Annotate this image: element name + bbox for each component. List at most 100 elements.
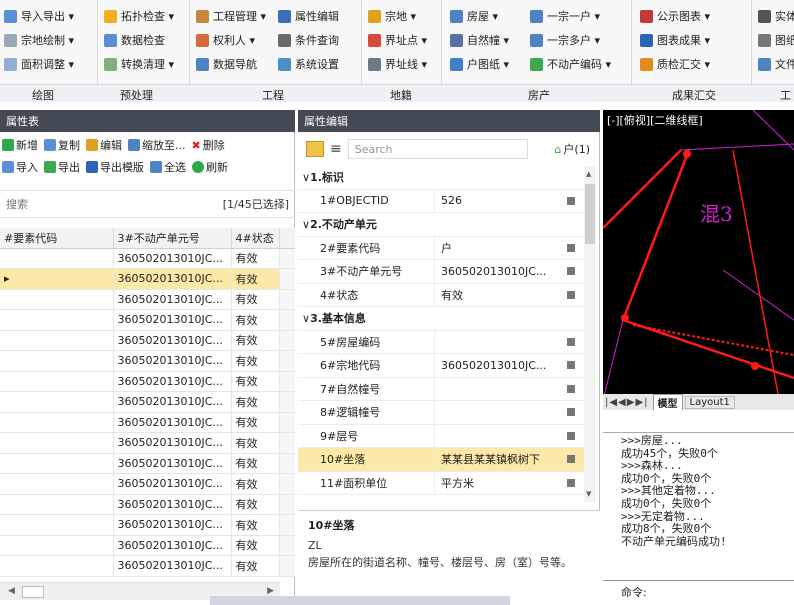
scroll-down-icon[interactable]: ▼: [586, 490, 591, 498]
cell-status[interactable]: 有效: [231, 555, 280, 577]
prop-row[interactable]: 2#要素代码 户: [298, 236, 584, 260]
tab-nav-arrows[interactable]: |◀◀▶▶|: [605, 397, 649, 408]
cell-unit-number[interactable]: 360502013010JC...: [113, 494, 232, 515]
table-row[interactable]: 360502013010JC... 有效: [0, 289, 295, 310]
grid-scroll-track[interactable]: [279, 453, 295, 474]
layer-indicator[interactable]: ⌂ 户(1): [554, 141, 590, 157]
prop-edit-button[interactable]: [558, 243, 584, 252]
grid-scroll-track[interactable]: [279, 248, 295, 269]
cell-status[interactable]: 有效: [231, 514, 280, 536]
cell-unit-number[interactable]: 360502013010JC...: [113, 391, 232, 413]
prop-row[interactable]: 9#层号: [298, 424, 584, 448]
grid-scroll-track[interactable]: [279, 535, 295, 556]
grid-scroll-track[interactable]: [279, 473, 295, 495]
prop-vertical-scrollbar[interactable]: ▲ ▼: [584, 166, 596, 502]
cell-status[interactable]: 有效: [231, 412, 280, 433]
tab-model[interactable]: 模型: [652, 393, 683, 410]
prop-row[interactable]: 5#房屋编码: [298, 330, 584, 354]
prop-value[interactable]: [434, 424, 558, 447]
parcel-button[interactable]: 宗地 ▾: [368, 6, 416, 26]
cell-feature-code[interactable]: [0, 350, 114, 372]
table-row[interactable]: 360502013010JC... 有效: [0, 473, 295, 495]
scroll-left-icon[interactable]: ◀: [8, 586, 15, 596]
data-check-button[interactable]: 数据检查: [104, 30, 165, 50]
col-header-unit-number[interactable]: 3#不动产单元号: [113, 228, 232, 249]
prop-scroll-thumb[interactable]: [585, 184, 595, 244]
prop-category[interactable]: ∨ 1.标识: [298, 166, 584, 190]
prop-edit-button[interactable]: [558, 431, 584, 440]
unit-drawing-button[interactable]: 户图纸 ▾: [450, 54, 509, 74]
prop-edit-button[interactable]: [558, 290, 584, 299]
prop-edit-button[interactable]: [558, 337, 584, 346]
grid-scroll-track[interactable]: [279, 494, 295, 515]
prop-row[interactable]: 10#坐落 某某县某某镇枫树下: [298, 448, 584, 472]
cell-feature-code[interactable]: [0, 330, 114, 351]
table-row[interactable]: 360502013010JC... 有效: [0, 453, 295, 474]
cell-unit-number[interactable]: 360502013010JC...: [113, 432, 232, 454]
scroll-right-icon[interactable]: ▶: [267, 586, 274, 596]
scroll-thumb[interactable]: [22, 586, 44, 598]
cell-unit-number[interactable]: 360502013010JC...: [113, 535, 232, 556]
cell-unit-number[interactable]: 360502013010JC...: [113, 453, 232, 474]
collapse-chevron-icon[interactable]: ∨: [302, 218, 310, 231]
select-all-button[interactable]: 全选: [150, 159, 186, 175]
prop-edit-button[interactable]: [558, 455, 584, 464]
grid-scroll-track[interactable]: [279, 391, 295, 413]
import-button[interactable]: 导入: [2, 159, 38, 175]
collapse-chevron-icon[interactable]: ∨: [302, 312, 310, 325]
convert-clean-button[interactable]: 转换清理 ▾: [104, 54, 174, 74]
prop-edit-button[interactable]: [558, 361, 584, 370]
scroll-up-icon[interactable]: ▲: [586, 170, 591, 178]
import-export-button[interactable]: 导入导出 ▾: [4, 6, 74, 26]
categorized-view-icon[interactable]: [306, 141, 324, 157]
refresh-button[interactable]: 刷新: [192, 159, 228, 175]
natural-building-button[interactable]: 自然幢 ▾: [450, 30, 509, 50]
prop-value[interactable]: 有效: [434, 283, 558, 306]
prop-row[interactable]: 8#逻辑幢号: [298, 401, 584, 425]
prop-row[interactable]: 3#不动产单元号 360502013010JC...: [298, 260, 584, 284]
table-row[interactable]: 360502013010JC... 有效: [0, 412, 295, 433]
boundary-line-button[interactable]: 界址线 ▾: [368, 54, 427, 74]
cell-unit-number[interactable]: 360502013010JC...: [113, 412, 232, 433]
grid-scroll-track[interactable]: [279, 412, 295, 433]
zoom-to-button[interactable]: 缩放至...: [128, 137, 186, 153]
prop-value[interactable]: 平方米: [434, 471, 558, 494]
prop-value[interactable]: 360502013010JC...: [434, 260, 558, 283]
cell-feature-code[interactable]: [0, 412, 114, 433]
table-row[interactable]: 360502013010JC... 有效: [0, 350, 295, 372]
attr-search-input[interactable]: [6, 194, 206, 214]
area-adjust-button[interactable]: 面积调整 ▾: [4, 54, 74, 74]
collapse-chevron-icon[interactable]: ∨: [302, 171, 310, 184]
table-row[interactable]: 360502013010JC... 有效: [0, 555, 295, 577]
prop-value[interactable]: 某某县某某镇枫树下: [434, 448, 558, 471]
cell-unit-number[interactable]: 360502013010JC...: [113, 330, 232, 351]
project-manage-button[interactable]: 工程管理 ▾: [196, 6, 266, 26]
view-label[interactable]: [-][俯视][二维线框]: [607, 112, 703, 128]
cell-feature-code[interactable]: [0, 494, 114, 515]
edit-button[interactable]: 编辑: [86, 137, 122, 153]
cell-feature-code[interactable]: [0, 453, 114, 474]
cell-feature-code[interactable]: ▸: [0, 268, 114, 290]
prop-value[interactable]: 360502013010JC...: [434, 354, 558, 377]
prop-edit-button[interactable]: [558, 384, 584, 393]
table-row[interactable]: 360502013010JC... 有效: [0, 535, 295, 556]
grid-scroll-track[interactable]: [279, 350, 295, 372]
cell-feature-code[interactable]: [0, 309, 114, 331]
cell-status[interactable]: 有效: [231, 391, 280, 413]
table-row[interactable]: 360502013010JC... 有效: [0, 494, 295, 515]
prop-row[interactable]: 7#自然幢号: [298, 377, 584, 401]
cell-unit-number[interactable]: 360502013010JC...: [113, 309, 232, 331]
table-row[interactable]: 360502013010JC... 有效: [0, 309, 295, 331]
prop-value[interactable]: [434, 401, 558, 424]
prop-category[interactable]: ∨ 3.基本信息: [298, 307, 584, 331]
cell-unit-number[interactable]: 360502013010JC...: [113, 268, 232, 290]
file-rename-button[interactable]: 文件重: [758, 54, 794, 74]
system-settings-button[interactable]: 系统设置: [278, 54, 339, 74]
chart-result-button[interactable]: 图表成果 ▾: [640, 30, 710, 50]
grid-scroll-track[interactable]: [279, 309, 295, 331]
property-code-button[interactable]: 不动产编码 ▾: [530, 54, 611, 74]
entity-cut-button[interactable]: 实体切: [758, 6, 794, 26]
grid-scroll-track[interactable]: [279, 555, 295, 577]
copy-button[interactable]: 复制: [44, 137, 80, 153]
cell-feature-code[interactable]: [0, 371, 114, 392]
